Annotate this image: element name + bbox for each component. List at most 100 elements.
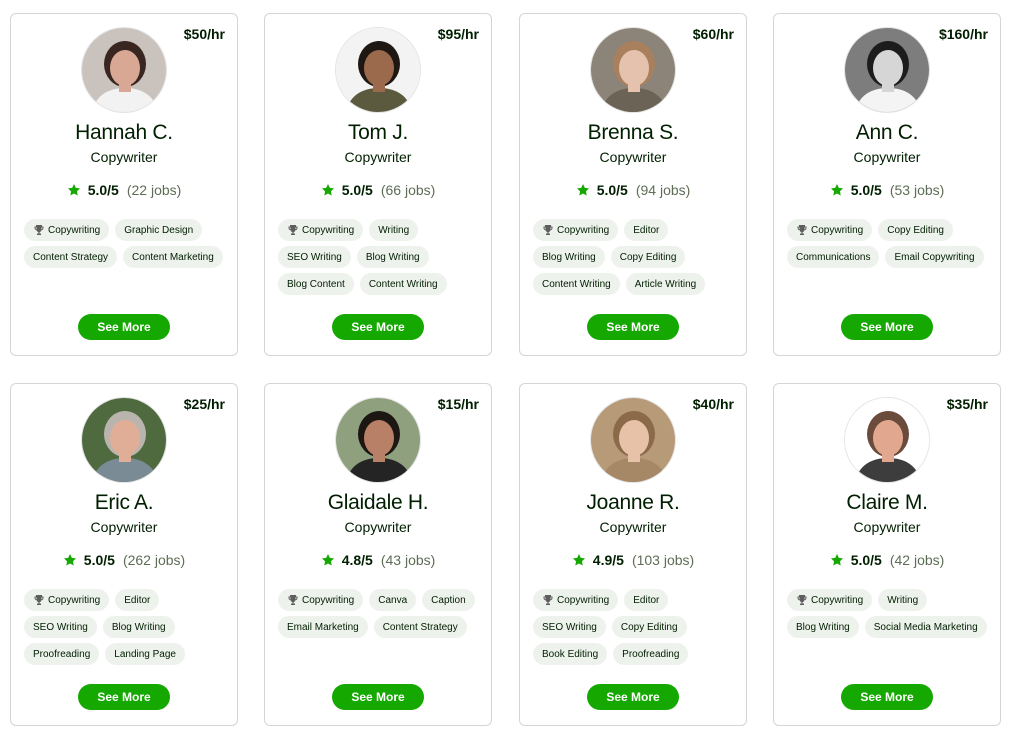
freelancer-name[interactable]: Hannah C. xyxy=(11,121,237,145)
skill-label: Content Strategy xyxy=(33,251,109,263)
freelancer-card[interactable]: $35/hr Claire M. Copywriter 5.0/5 (42 jobs) C… xyxy=(773,383,1001,726)
star-icon xyxy=(572,553,586,567)
see-more-button[interactable]: See More xyxy=(332,314,424,340)
star-icon xyxy=(830,183,844,197)
skill-chip[interactable]: Article Writing xyxy=(625,273,706,295)
jobs-count: (262 jobs) xyxy=(122,552,186,568)
skill-chip[interactable]: Blog Writing xyxy=(533,246,605,268)
rating-score: 5.0/5 xyxy=(850,182,882,198)
avatar[interactable] xyxy=(81,27,167,113)
hourly-rate: $25/hr xyxy=(183,396,225,412)
skill-chip[interactable]: Blog Writing xyxy=(356,246,429,268)
skill-chip[interactable]: Social Media Marketing xyxy=(864,616,987,638)
skill-chip[interactable]: Proofreading xyxy=(613,643,689,665)
freelancer-name[interactable]: Brenna S. xyxy=(520,121,746,145)
skill-chip[interactable]: Copy Editing xyxy=(611,616,687,638)
freelancer-name[interactable]: Claire M. xyxy=(774,491,1000,515)
skill-chip[interactable]: Editor xyxy=(624,589,669,611)
skill-chip[interactable]: Graphic Design xyxy=(115,219,203,241)
freelancer-card[interactable]: $60/hr Brenna S. Copywriter 5.0/5 (94 jobs) C… xyxy=(519,13,747,356)
freelancer-name[interactable]: Joanne R. xyxy=(520,491,746,515)
skill-chip[interactable]: Copywriting xyxy=(787,219,873,241)
skill-chip[interactable]: SEO Writing xyxy=(278,246,351,268)
skill-chip[interactable]: Content Strategy xyxy=(373,616,467,638)
skill-label: Social Media Marketing xyxy=(873,621,978,633)
skills-list: Copywriting Editor SEO Writing Copy Editing… xyxy=(533,589,740,665)
freelancer-name[interactable]: Glaidale H. xyxy=(265,491,491,515)
freelancer-card[interactable]: $95/hr Tom J. Copywriter 5.0/5 (66 jobs) Copy… xyxy=(264,13,492,356)
see-more-button[interactable]: See More xyxy=(841,684,933,710)
freelancer-name[interactable]: Ann C. xyxy=(774,121,1000,145)
see-more-button[interactable]: See More xyxy=(78,684,170,710)
skill-label: Editor xyxy=(633,224,660,236)
skill-label: Copy Editing xyxy=(619,251,677,263)
freelancer-card[interactable]: $15/hr Glaidale H. Copywriter 4.8/5 (43 jobs… xyxy=(264,383,492,726)
skill-chip[interactable]: Copywriting xyxy=(533,589,619,611)
skill-chip[interactable]: Copy Editing xyxy=(610,246,686,268)
skill-chip[interactable]: Book Editing xyxy=(533,643,608,665)
skill-label: SEO Writing xyxy=(287,251,342,263)
see-more-button[interactable]: See More xyxy=(841,314,933,340)
skill-chip[interactable]: Copy Editing xyxy=(878,219,953,241)
avatar[interactable] xyxy=(81,397,167,483)
skill-chip[interactable]: Landing Page xyxy=(105,643,185,665)
skill-chip[interactable]: Editor xyxy=(115,589,160,611)
see-more-button[interactable]: See More xyxy=(587,314,679,340)
skill-chip[interactable]: Copywriting xyxy=(24,219,110,241)
skill-chip[interactable]: Communications xyxy=(787,246,880,268)
freelancer-card[interactable]: $40/hr Joanne R. Copywriter 4.9/5 (103 jobs)… xyxy=(519,383,747,726)
skill-chip[interactable]: Content Strategy xyxy=(24,246,118,268)
skill-chip[interactable]: SEO Writing xyxy=(533,616,606,638)
skill-chip[interactable]: Blog Content xyxy=(278,273,354,295)
freelancer-name[interactable]: Eric A. xyxy=(11,491,237,515)
skill-chip[interactable]: Copywriting xyxy=(278,219,364,241)
skill-chip[interactable]: Copywriting xyxy=(787,589,873,611)
freelancer-name[interactable]: Tom J. xyxy=(265,121,491,145)
trophy-icon xyxy=(542,594,554,606)
see-more-button[interactable]: See More xyxy=(332,684,424,710)
skill-label: Editor xyxy=(633,594,660,606)
freelancer-title: Copywriter xyxy=(853,519,921,535)
skill-chip[interactable]: Email Marketing xyxy=(278,616,368,638)
skill-label: Editor xyxy=(124,594,151,606)
skill-chip[interactable]: Writing xyxy=(878,589,928,611)
skill-label: Copywriting xyxy=(48,594,101,606)
see-more-button[interactable]: See More xyxy=(587,684,679,710)
skill-chip[interactable]: Content Writing xyxy=(359,273,447,295)
skill-chip[interactable]: Editor xyxy=(624,219,669,241)
skill-chip[interactable]: Blog Writing xyxy=(787,616,859,638)
skill-chip[interactable]: Copywriting xyxy=(24,589,110,611)
avatar[interactable] xyxy=(335,27,421,113)
jobs-count: (43 jobs) xyxy=(380,552,436,568)
skill-chip[interactable]: Canva xyxy=(369,589,417,611)
skill-chip[interactable]: Blog Writing xyxy=(102,616,175,638)
skill-chip[interactable]: Email Copywriting xyxy=(885,246,984,268)
freelancer-card[interactable]: $160/hr Ann C. Copywriter 5.0/5 (53 jobs) Cop… xyxy=(773,13,1001,356)
skill-chip[interactable]: Copywriting xyxy=(533,219,619,241)
skill-label: Email Marketing xyxy=(287,621,359,633)
skill-chip[interactable]: Content Marketing xyxy=(123,246,223,268)
avatar[interactable] xyxy=(335,397,421,483)
skill-chip[interactable]: Copywriting xyxy=(278,589,364,611)
freelancer-card[interactable]: $25/hr Eric A. Copywriter 5.0/5 (262 jobs) Co… xyxy=(10,383,238,726)
avatar[interactable] xyxy=(590,397,676,483)
jobs-count: (94 jobs) xyxy=(635,182,691,198)
trophy-icon xyxy=(33,224,45,236)
jobs-count: (103 jobs) xyxy=(631,552,695,568)
freelancer-title: Copywriter xyxy=(853,149,921,165)
skill-chip[interactable]: Caption xyxy=(422,589,475,611)
skill-label: Blog Writing xyxy=(796,621,850,633)
see-more-button[interactable]: See More xyxy=(78,314,170,340)
skill-label: Content Writing xyxy=(368,278,438,290)
freelancer-card[interactable]: $50/hr Hannah C. Copywriter 5.0/5 (22 jobs) C… xyxy=(10,13,238,356)
avatar[interactable] xyxy=(844,27,930,113)
skill-chip[interactable]: Content Writing xyxy=(533,273,620,295)
skill-chip[interactable]: SEO Writing xyxy=(24,616,97,638)
avatar[interactable] xyxy=(590,27,676,113)
skill-chip[interactable]: Writing xyxy=(369,219,419,241)
rating-row: 4.9/5 (103 jobs) xyxy=(520,552,746,568)
jobs-count: (53 jobs) xyxy=(889,182,945,198)
trophy-icon xyxy=(33,594,45,606)
avatar[interactable] xyxy=(844,397,930,483)
skill-chip[interactable]: Proofreading xyxy=(24,643,100,665)
